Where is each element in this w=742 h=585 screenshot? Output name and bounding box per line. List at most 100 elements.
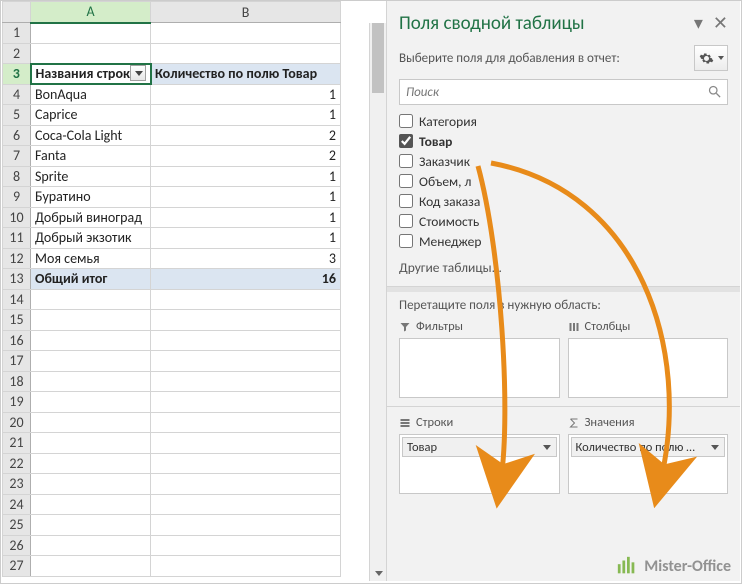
row-header[interactable]: 11 [3,228,31,249]
row-header[interactable]: 10 [3,207,31,228]
cell[interactable] [31,392,151,413]
field-row[interactable]: Категория [399,111,732,131]
row-filter-dropdown[interactable] [130,65,146,81]
cell[interactable] [31,43,151,64]
cell[interactable] [151,515,341,536]
other-tables-link[interactable]: Другие таблицы... [399,259,728,276]
cell[interactable] [151,556,341,577]
row-header[interactable]: 7 [3,146,31,167]
cell[interactable]: Fanta [31,146,151,167]
cell[interactable]: Добрый экзотик [31,228,151,249]
cell[interactable]: Sprite [31,166,151,187]
row-header[interactable]: 3 [3,64,31,85]
row-header[interactable]: 24 [3,494,31,515]
spreadsheet-area[interactable]: A B 1 2 3 Названия строк Количество по п… [2,1,386,581]
cell[interactable] [31,310,151,331]
cell[interactable]: Coca-Cola Light [31,125,151,146]
row-header[interactable]: 19 [3,392,31,413]
cell[interactable] [151,23,341,44]
field-row[interactable]: Объем, л [399,171,732,191]
rows-field-item[interactable]: Товар [402,437,557,457]
select-all-cell[interactable] [3,2,31,23]
row-header[interactable]: 9 [3,187,31,208]
cell[interactable] [31,23,151,44]
values-dropzone[interactable]: Количество по полю ... [568,434,729,494]
cell[interactable]: Caprice [31,105,151,126]
cell[interactable]: 1 [151,187,341,208]
row-header[interactable]: 18 [3,371,31,392]
col-header-A[interactable]: A [31,2,151,23]
cell[interactable] [31,474,151,495]
grand-total-label[interactable]: Общий итог [31,269,151,290]
cell[interactable]: 2 [151,146,341,167]
field-checkbox[interactable] [399,214,413,228]
cell[interactable]: 1 [151,207,341,228]
cell[interactable] [151,453,341,474]
row-header[interactable]: 14 [3,289,31,310]
cell[interactable] [151,392,341,413]
row-header[interactable]: 20 [3,412,31,433]
pivot-row-label-header[interactable]: Названия строк [31,64,151,85]
row-header[interactable]: 16 [3,330,31,351]
row-header[interactable]: 15 [3,310,31,331]
row-header[interactable]: 13 [3,269,31,290]
cell[interactable]: 2 [151,125,341,146]
grand-total-value[interactable]: 16 [151,269,341,290]
scroll-down-arrow-icon[interactable] [370,564,386,581]
row-header[interactable]: 5 [3,105,31,126]
cell[interactable] [31,433,151,454]
filters-dropzone[interactable] [399,338,560,398]
cell[interactable]: 1 [151,166,341,187]
cell[interactable] [151,351,341,372]
field-row[interactable]: Код заказа [399,191,732,211]
cell[interactable]: 1 [151,105,341,126]
col-header-B[interactable]: B [151,2,341,23]
cell[interactable] [31,371,151,392]
vertical-scrollbar[interactable] [369,23,386,581]
row-header[interactable]: 6 [3,125,31,146]
cell[interactable] [31,330,151,351]
cell[interactable]: Добрый виноград [31,207,151,228]
search-icon[interactable] [707,84,722,99]
field-row[interactable]: Стоимость [399,211,732,231]
cell[interactable] [31,535,151,556]
pivot-value-header[interactable]: Количество по полю Товар [151,64,341,85]
cell[interactable] [31,556,151,577]
pane-settings-button[interactable] [694,45,728,71]
row-header[interactable]: 12 [3,248,31,269]
row-header[interactable]: 22 [3,453,31,474]
cell[interactable] [151,43,341,64]
cell[interactable]: 1 [151,84,341,105]
cell[interactable]: Буратино [31,187,151,208]
cell[interactable] [151,433,341,454]
field-row[interactable]: Заказчик [399,151,732,171]
cell[interactable]: 3 [151,248,341,269]
cell[interactable] [151,474,341,495]
field-checkbox[interactable] [399,114,413,128]
row-header[interactable]: 26 [3,535,31,556]
cell[interactable]: 1 [151,228,341,249]
cell[interactable] [31,453,151,474]
row-header[interactable]: 8 [3,166,31,187]
row-header[interactable]: 4 [3,84,31,105]
cell[interactable] [151,289,341,310]
cell[interactable] [151,330,341,351]
columns-dropzone[interactable] [568,338,729,398]
cell[interactable] [151,535,341,556]
field-row[interactable]: Менеджер [399,231,732,251]
cell[interactable] [151,371,341,392]
cell[interactable] [31,351,151,372]
cell[interactable] [31,412,151,433]
cell[interactable] [31,515,151,536]
field-search-input[interactable] [399,79,728,105]
row-header[interactable]: 1 [3,23,31,44]
cell[interactable]: BonAqua [31,84,151,105]
cell[interactable] [31,494,151,515]
field-checkbox[interactable] [399,194,413,208]
cell[interactable] [31,289,151,310]
row-header[interactable]: 23 [3,474,31,495]
cell[interactable] [151,412,341,433]
rows-dropzone[interactable]: Товар [399,434,560,494]
field-checkbox[interactable] [399,174,413,188]
row-header[interactable]: 17 [3,351,31,372]
